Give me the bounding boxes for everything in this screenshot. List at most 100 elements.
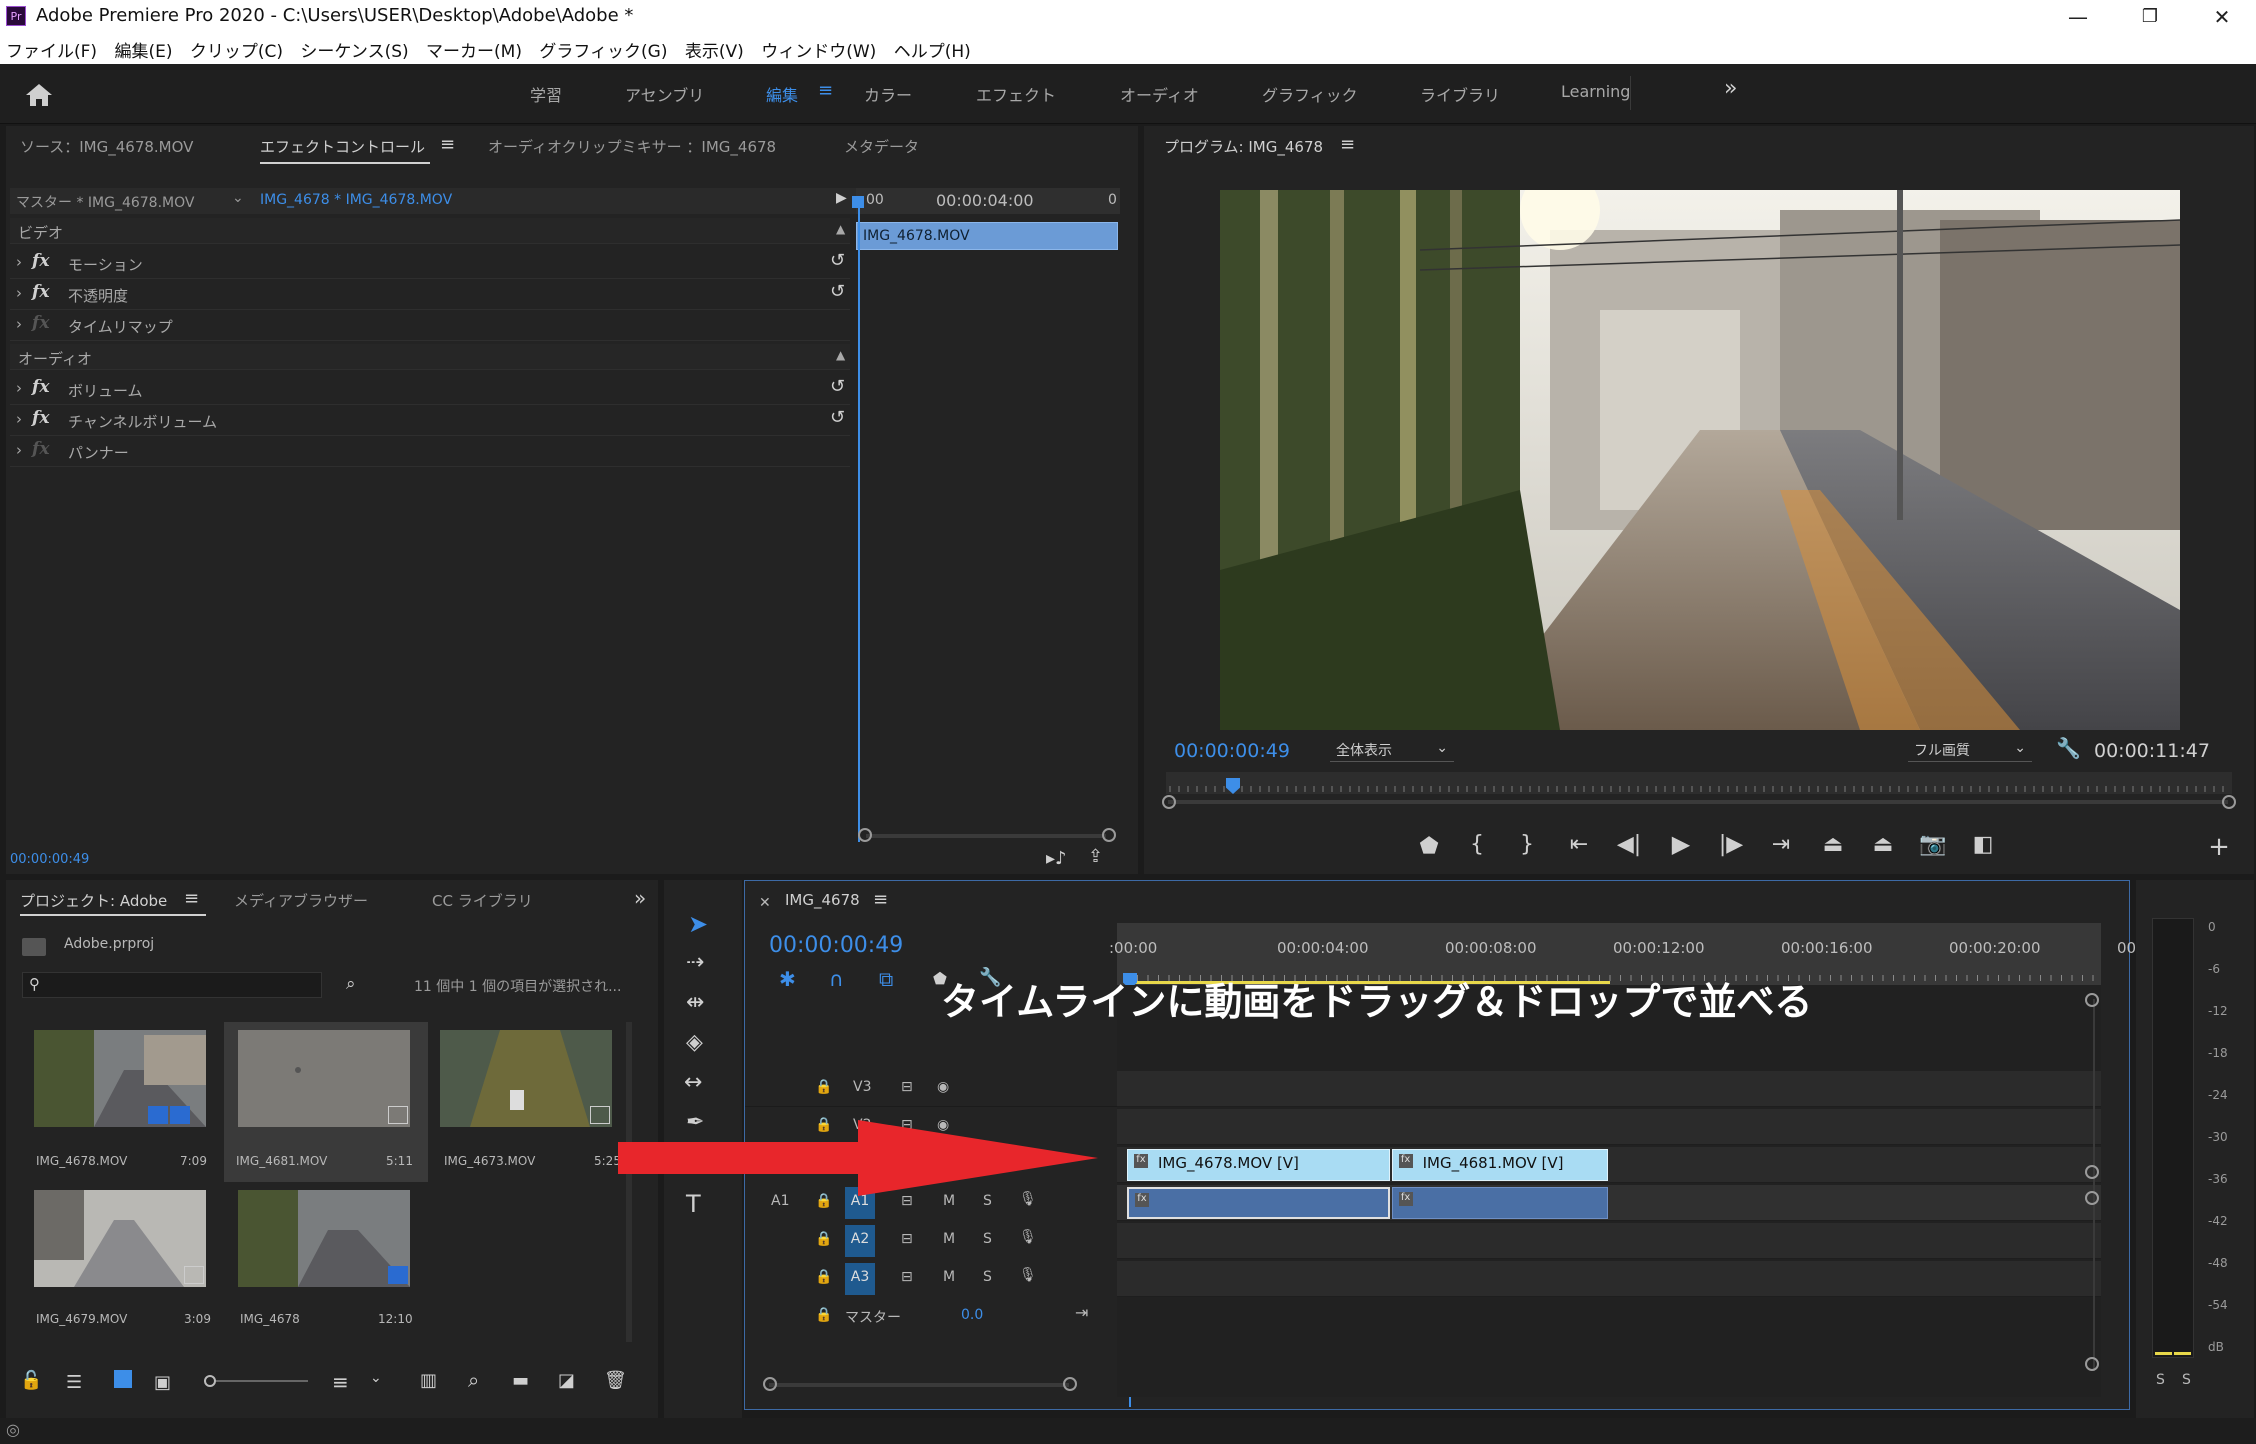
workspace-color[interactable]: カラー: [864, 82, 912, 106]
scroll-handle[interactable]: [2085, 1191, 2099, 1205]
effect-row-volume[interactable]: › fx ボリューム ↺: [10, 374, 850, 405]
solo-left-button[interactable]: S: [2156, 1372, 2165, 1388]
mark-in-icon[interactable]: {: [1462, 832, 1492, 857]
expand-arrow-icon[interactable]: ›: [16, 284, 22, 302]
mini-playhead-handle[interactable]: [852, 196, 864, 208]
timeline-timecode[interactable]: 00:00:00:49: [769, 933, 903, 958]
comparison-view-icon[interactable]: ◧: [1966, 832, 2000, 857]
track-header-v3[interactable]: 🔒 V3 ⊟ ◉: [745, 1071, 1117, 1107]
lock-icon[interactable]: 🔒: [815, 1269, 832, 1285]
trash-icon[interactable]: 🗑: [604, 1370, 627, 1391]
solo-button[interactable]: S: [983, 1269, 992, 1285]
project-item[interactable]: IMG_4673.MOV 5:25: [430, 1022, 630, 1180]
solo-right-button[interactable]: S: [2182, 1372, 2191, 1388]
scroll-handle[interactable]: [2085, 993, 2099, 1007]
find-icon[interactable]: ⌕: [468, 1368, 479, 1392]
tab-media-browser[interactable]: メディアブラウザー: [234, 890, 368, 911]
tab-effect-controls[interactable]: エフェクトコントロール: [260, 136, 425, 157]
tab-audio-clip-mixer[interactable]: オーディオクリップミキサー ：IMG_4678: [488, 136, 776, 157]
mute-button[interactable]: M: [943, 1269, 955, 1285]
track-header-a3[interactable]: 🔒 A3 ⊟ M S 🎙: [745, 1261, 1117, 1297]
clip-selector[interactable]: IMG_4678 * IMG_4678.MOV: [260, 192, 452, 208]
scroll-handle[interactable]: [2085, 1165, 2099, 1179]
freeform-view-icon[interactable]: ▣: [154, 1372, 171, 1393]
scroll-handle[interactable]: [2085, 1357, 2099, 1371]
lock-icon[interactable]: 🔓: [20, 1370, 42, 1391]
lock-icon[interactable]: 🔒: [815, 1231, 832, 1247]
workspace-audio[interactable]: オーディオ: [1120, 82, 1199, 106]
track-label[interactable]: A2: [845, 1225, 875, 1257]
go-to-out-icon[interactable]: ⇥: [1764, 832, 1798, 857]
track-header-master[interactable]: 🔒 マスター 0.0 ⇥: [745, 1299, 1117, 1335]
zoom-handle-right[interactable]: [1063, 1377, 1077, 1391]
workspace-graphics[interactable]: グラフィック: [1262, 82, 1358, 106]
effect-row-time-remap[interactable]: › fx タイムリマップ: [10, 310, 850, 341]
workspace-effects[interactable]: エフェクト: [976, 82, 1056, 106]
program-zoom-scroll[interactable]: [1168, 800, 2228, 804]
panel-menu-icon[interactable]: ≡: [184, 888, 199, 909]
workspace-learn[interactable]: 学習: [530, 82, 562, 106]
expand-arrow-icon[interactable]: ›: [16, 379, 22, 397]
mark-out-icon[interactable]: }: [1512, 832, 1542, 857]
export-icon[interactable]: ⇪: [1088, 846, 1103, 867]
master-volume[interactable]: 0.0: [961, 1307, 983, 1323]
menu-graphics[interactable]: グラフィック(G): [539, 34, 667, 62]
project-item-selected[interactable]: IMG_4681.MOV 5:11: [224, 1022, 428, 1182]
step-back-icon[interactable]: ◀|: [1612, 832, 1646, 857]
track-label[interactable]: A3: [845, 1263, 875, 1295]
filter-clip-audio-icon[interactable]: ▸♪: [1046, 848, 1067, 869]
reset-icon[interactable]: ↺: [830, 281, 845, 302]
project-item[interactable]: IMG_4678.MOV 7:09: [20, 1022, 208, 1180]
chevron-down-icon[interactable]: ⌄: [370, 1370, 382, 1386]
new-item-icon[interactable]: ◪: [558, 1370, 575, 1391]
eye-icon[interactable]: ◉: [937, 1079, 949, 1095]
home-icon[interactable]: [24, 82, 54, 108]
project-item[interactable]: IMG_4678 12:10: [224, 1182, 428, 1340]
menu-window[interactable]: ウィンドウ(W): [761, 34, 876, 62]
reset-icon[interactable]: ↺: [830, 376, 845, 397]
expand-arrow-icon[interactable]: ›: [16, 441, 22, 459]
track-select-tool-icon[interactable]: ⇢: [686, 950, 704, 975]
effect-row-panner[interactable]: › fx パンナー: [10, 436, 850, 467]
wrench-icon[interactable]: 🔧: [2056, 736, 2081, 760]
close-icon[interactable]: ✕: [2202, 2, 2242, 32]
workspace-assembly[interactable]: アセンブリ: [625, 82, 704, 106]
workspace-libraries[interactable]: ライブラリ: [1420, 82, 1500, 106]
slip-tool-icon[interactable]: ↔: [684, 1070, 702, 1095]
menu-clip[interactable]: クリップ(C): [190, 34, 283, 62]
play-icon[interactable]: ▶: [1664, 830, 1698, 858]
add-marker-icon[interactable]: ⬟: [1414, 834, 1444, 859]
play-only-icon[interactable]: ▶: [836, 190, 847, 206]
panel-overflow-icon[interactable]: »: [634, 886, 646, 910]
workspace-overflow-icon[interactable]: »: [1724, 76, 1737, 101]
zoom-handle-left[interactable]: [858, 828, 872, 842]
menu-edit[interactable]: 編集(E): [114, 34, 172, 62]
workspace-editing[interactable]: 編集: [766, 82, 798, 106]
zoom-handle-right[interactable]: [2222, 795, 2236, 809]
sort-icon[interactable]: ≡: [332, 1370, 349, 1394]
horizontal-scroll[interactable]: [769, 1383, 1069, 1387]
reset-icon[interactable]: ↺: [830, 407, 845, 428]
selection-tool-icon[interactable]: ➤: [688, 910, 708, 938]
razor-tool-icon[interactable]: ◈: [686, 1030, 703, 1055]
zoom-level-select[interactable]: 全体表示 ⌄: [1330, 738, 1454, 762]
track-v3[interactable]: [1117, 1071, 2101, 1107]
button-editor-icon[interactable]: +: [2204, 832, 2234, 862]
microphone-icon[interactable]: 🎙: [1019, 1229, 1037, 1245]
mini-timeline-ruler[interactable]: 00 00:00:04:00 0: [856, 188, 1120, 214]
go-to-in-icon[interactable]: ⇤: [1562, 832, 1596, 857]
list-view-icon[interactable]: ☰: [66, 1372, 82, 1393]
menu-sequence[interactable]: シーケンス(S): [300, 34, 408, 62]
sync-lock-icon[interactable]: ⊟: [901, 1079, 913, 1095]
menu-marker[interactable]: マーカー(M): [426, 34, 522, 62]
find-icon[interactable]: ⌕: [346, 974, 356, 994]
microphone-icon[interactable]: 🎙: [1019, 1267, 1037, 1283]
new-bin-icon[interactable]: ▬: [512, 1370, 529, 1391]
menu-view[interactable]: 表示(V): [685, 34, 744, 62]
workspace-menu-icon[interactable]: ≡: [818, 80, 833, 101]
collapse-up-icon[interactable]: ▲: [836, 348, 845, 362]
tab-metadata[interactable]: メタデータ: [844, 136, 919, 157]
mini-zoom-scroll[interactable]: [866, 834, 1106, 838]
solo-button[interactable]: S: [983, 1231, 992, 1247]
linked-selection-icon[interactable]: ⧉: [879, 967, 893, 991]
